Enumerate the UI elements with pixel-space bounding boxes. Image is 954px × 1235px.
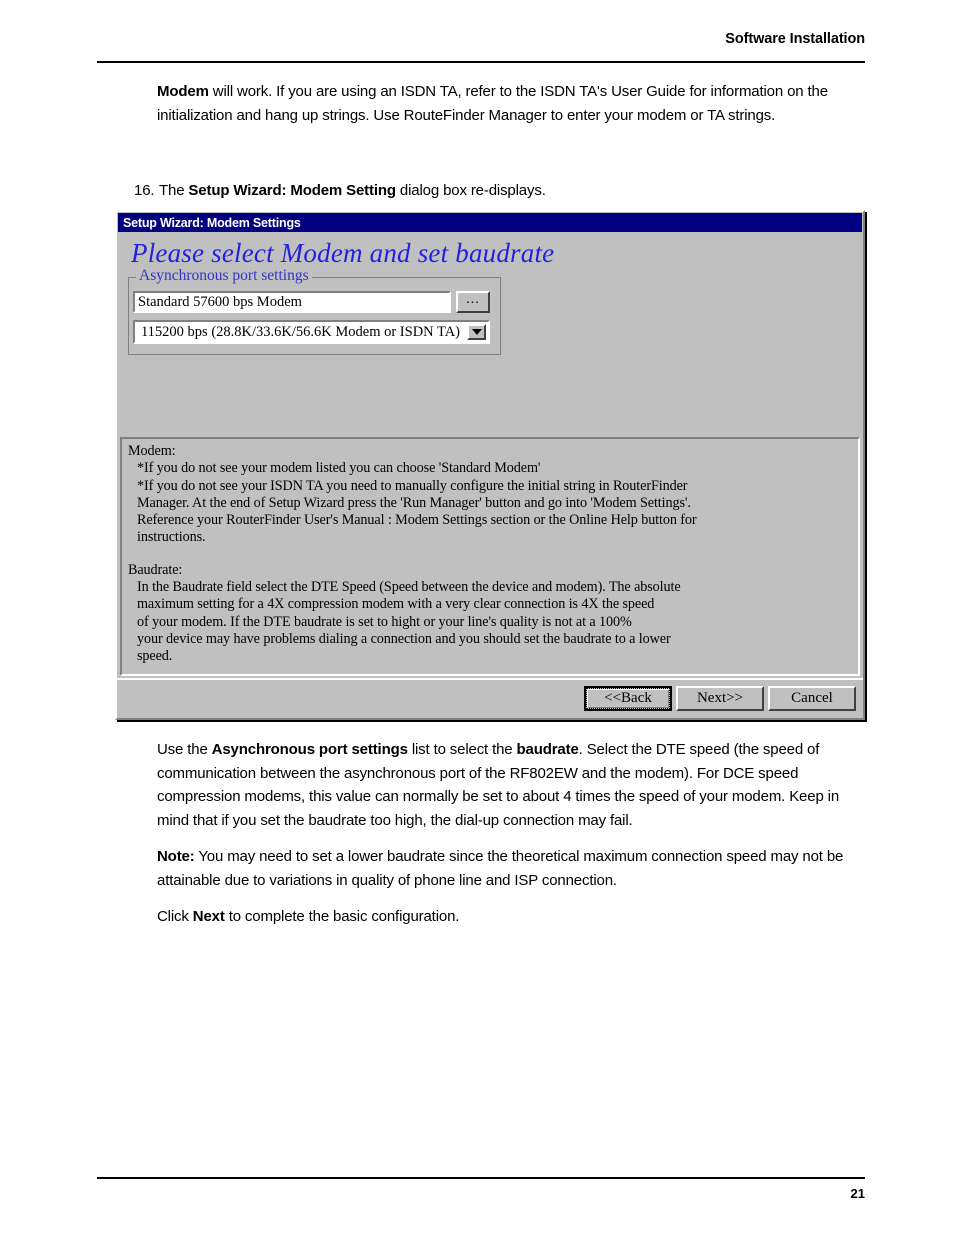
chevron-down-icon[interactable]: [467, 324, 486, 340]
groupbox-legend: Asynchronous port settings: [136, 268, 312, 284]
baudrate-value: 115200 bps (28.8K/33.6K/56.6K Modem or I…: [140, 323, 461, 340]
dialog-titlebar: Setup Wizard: Modem Settings: [118, 213, 862, 232]
intro-lead-bold: Modem: [157, 83, 209, 100]
help-modem-line: Reference your RouterFinder User's Manua…: [137, 512, 697, 529]
step-text: The Setup Wizard: Modem Setting dialog b…: [159, 180, 546, 202]
help-modem-line: *If you do not see your ISDN TA you need…: [137, 477, 688, 494]
intro-paragraph: Modem will work. If you are using an ISD…: [157, 80, 867, 127]
help-baudrate-line: maximum setting for a 4X compression mod…: [137, 596, 655, 613]
baudrate-select[interactable]: 115200 bps (28.8K/33.6K/56.6K Modem or I…: [133, 320, 490, 344]
baudrate-field-row: 115200 bps (28.8K/33.6K/56.6K Modem or I…: [133, 320, 490, 344]
note-label: Note:: [157, 848, 195, 865]
cancel-button[interactable]: Cancel: [768, 686, 856, 712]
page-header: Software Installation: [97, 30, 865, 48]
setup-wizard-dialog: Setup Wizard: Modem Settings Please sele…: [115, 210, 865, 720]
dialog-blank-area: [117, 355, 863, 437]
p2-t1: Use the: [157, 741, 212, 758]
p4-t1: Click: [157, 908, 193, 925]
back-button-label: <<Back: [586, 688, 670, 710]
back-button[interactable]: <<Back: [584, 686, 672, 712]
help-modem-line: instructions.: [137, 529, 206, 546]
help-modem-line: *If you do not see your modem listed you…: [137, 460, 541, 477]
help-baudrate-label: Baudrate:: [128, 561, 183, 578]
help-baudrate-line: of your modem. If the DTE baudrate is se…: [137, 613, 632, 630]
p4-b1: Next: [192, 908, 225, 925]
browse-button[interactable]: ...: [456, 291, 490, 313]
page-number: 21: [850, 1186, 865, 1201]
p4-t2: to complete the basic configuration.: [224, 908, 460, 925]
step-bold: Setup Wizard: Modem Setting: [188, 182, 396, 199]
asynchronous-port-settings-group: Asynchronous port settings Standard 5760…: [128, 268, 501, 355]
dialog-title: Setup Wizard: Modem Settings: [123, 215, 301, 230]
note-paragraph: Note: You may need to set a lower baudra…: [157, 845, 867, 892]
dialog-button-bar: <<Back Next>> Cancel: [117, 677, 863, 718]
dialog-heading: Please select Modem and set baudrate: [131, 238, 555, 268]
header-divider: [97, 61, 865, 63]
modem-field-row: Standard 57600 bps Modem ...: [133, 291, 490, 313]
section-title: Software Installation: [725, 31, 865, 47]
click-next-paragraph: Click Next to complete the basic configu…: [157, 905, 867, 929]
help-baudrate-line: In the Baudrate field select the DTE Spe…: [137, 579, 681, 596]
p2-b2: baudrate: [516, 741, 579, 758]
baudrate-paragraph: Use the Asynchronous port settings list …: [157, 738, 867, 832]
p2-t2: list to select the: [407, 741, 517, 758]
intro-rest: will work. If you are using an ISDN TA, …: [157, 83, 828, 124]
help-modem-label: Modem:: [128, 443, 176, 459]
modem-input[interactable]: Standard 57600 bps Modem: [133, 291, 451, 313]
step-suffix: dialog box re-displays.: [395, 182, 546, 199]
footer-divider: [97, 1177, 865, 1179]
help-spacer: [128, 547, 852, 562]
help-baudrate-line: speed.: [137, 648, 173, 665]
next-button[interactable]: Next>>: [676, 686, 764, 712]
post-dialog-text-block: Use the Asynchronous port settings list …: [157, 738, 867, 942]
help-modem-line: Manager. At the end of Setup Wizard pres…: [137, 494, 691, 511]
step-number: 16.: [134, 182, 155, 199]
step-16: 16. The Setup Wizard: Modem Setting dial…: [134, 180, 864, 202]
help-baudrate-line: your device may have problems dialing a …: [137, 630, 671, 647]
help-text-panel: Modem: *If you do not see your modem lis…: [120, 437, 860, 676]
p2-b1: Asynchronous port settings: [211, 741, 408, 758]
intro-paragraph-block: Modem will work. If you are using an ISD…: [157, 80, 867, 140]
step-prefix: The: [159, 182, 189, 199]
note-text: You may need to set a lower baudrate sin…: [157, 848, 844, 889]
